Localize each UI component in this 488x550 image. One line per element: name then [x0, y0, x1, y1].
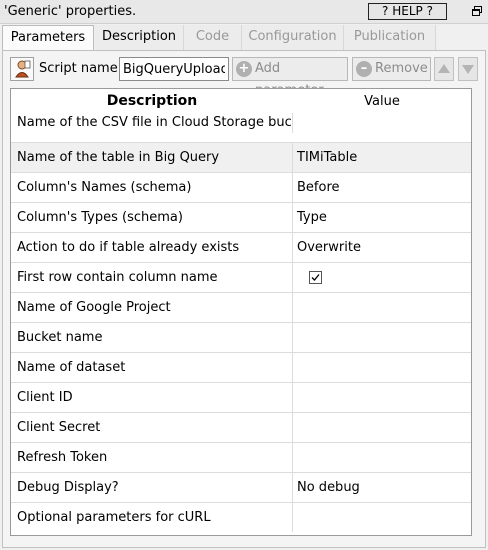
parameter-value[interactable]: Overwrite	[293, 233, 471, 262]
table-row[interactable]: Column's Types (schema) Type	[11, 202, 471, 232]
parameter-description: Column's Names (schema)	[11, 173, 293, 202]
table-row[interactable]: Action to do if table already exists Ove…	[11, 232, 471, 262]
toolbar: Script name: + Add parameter – Remove	[3, 56, 485, 98]
parameter-value[interactable]	[293, 503, 471, 532]
script-name-input[interactable]	[119, 57, 229, 81]
parameter-description: Name of the CSV file in Cloud Storage bu…	[11, 113, 293, 133]
table-row[interactable]: Refresh Token	[11, 442, 471, 472]
table-row[interactable]: Name of the CSV file in Cloud Storage bu…	[11, 113, 471, 134]
tab-parameters[interactable]: Parameters	[2, 25, 94, 51]
parameter-value[interactable]: Before	[293, 173, 471, 202]
table-row[interactable]: Client ID	[11, 382, 471, 412]
table-row[interactable]: Client Secret	[11, 412, 471, 442]
add-icon: +	[236, 61, 252, 77]
parameter-description: Debug Display?	[11, 473, 293, 502]
parameter-value	[293, 263, 471, 292]
table-row[interactable]: Name of the table in Big Query TIMiTable	[11, 142, 471, 172]
tab-configuration[interactable]: Configuration	[242, 25, 344, 50]
restore-window-icon[interactable]	[471, 5, 483, 17]
parameter-value[interactable]: TIMiTable	[293, 143, 471, 172]
parameter-value[interactable]	[293, 114, 471, 134]
parameter-description: Client Secret	[11, 413, 293, 442]
table-row[interactable]: Name of dataset	[11, 352, 471, 382]
script-name-label: Script name:	[39, 61, 123, 76]
arrow-up-icon	[438, 64, 450, 73]
parameter-description: Optional parameters for cURL	[11, 503, 293, 532]
script-icon[interactable]	[10, 57, 34, 81]
parameter-description: Client ID	[11, 383, 293, 412]
parameter-value[interactable]	[293, 293, 471, 322]
table-row[interactable]: Name of Google Project	[11, 292, 471, 322]
table-row[interactable]: Bucket name	[11, 322, 471, 352]
parameter-value[interactable]	[293, 443, 471, 472]
tab-publication[interactable]: Publication	[344, 25, 436, 50]
parameters-panel: Script name: + Add parameter – Remove De…	[2, 50, 486, 548]
parameter-description: Bucket name	[11, 323, 293, 352]
remove-icon: –	[356, 61, 372, 77]
column-header-description[interactable]: Description	[11, 89, 293, 114]
parameter-value[interactable]	[293, 383, 471, 412]
parameter-value[interactable]	[293, 323, 471, 352]
parameter-description: Refresh Token	[11, 443, 293, 472]
parameter-description: Action to do if table already exists	[11, 233, 293, 262]
parameter-description: Name of the table in Big Query	[11, 143, 293, 172]
window-title: 'Generic' properties.	[4, 4, 137, 19]
parameter-description: Name of Google Project	[11, 293, 293, 322]
column-header-value[interactable]: Value	[293, 89, 471, 114]
table-row[interactable]: Column's Names (schema) Before	[11, 172, 471, 202]
arrow-down-icon	[462, 65, 474, 74]
table-header: Description Value	[11, 89, 471, 114]
parameter-value[interactable]: Type	[293, 203, 471, 232]
tab-description[interactable]: Description	[95, 25, 184, 50]
move-up-button[interactable]	[434, 57, 454, 81]
parameter-description: First row contain column name	[11, 263, 293, 292]
table-row[interactable]: First row contain column name	[11, 262, 471, 292]
parameter-value[interactable]	[293, 413, 471, 442]
table-row[interactable]: Debug Display? No debug	[11, 472, 471, 502]
checkmark-icon	[311, 274, 320, 281]
parameters-table: Description Value Name of the CSV file i…	[10, 88, 472, 536]
tab-code[interactable]: Code	[184, 25, 242, 50]
parameter-description: Column's Types (schema)	[11, 203, 293, 232]
remove-button[interactable]: – Remove	[352, 57, 431, 81]
help-button[interactable]: ? HELP ?	[368, 3, 447, 20]
parameter-description: Name of dataset	[11, 353, 293, 382]
table-row[interactable]: Optional parameters for cURL	[11, 502, 471, 532]
parameter-value[interactable]	[293, 353, 471, 382]
remove-label: Remove	[375, 61, 428, 76]
move-down-button[interactable]	[458, 57, 478, 81]
window-titlebar: 'Generic' properties. ? HELP ?	[0, 0, 488, 24]
add-parameter-button[interactable]: + Add parameter	[232, 57, 348, 98]
parameter-value[interactable]: No debug	[293, 473, 471, 502]
tab-bar: Parameters Description Code Configuratio…	[0, 25, 488, 51]
first-row-header-checkbox[interactable]	[309, 271, 322, 284]
